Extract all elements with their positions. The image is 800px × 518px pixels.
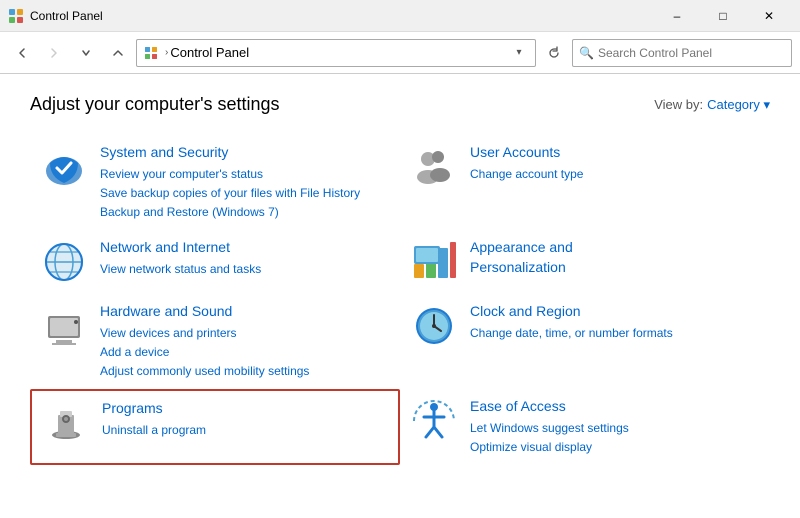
ease-access-title[interactable]: Ease of Access <box>470 397 760 417</box>
network-internet-text: Network and Internet View network status… <box>100 238 390 279</box>
recent-locations-button[interactable] <box>72 39 100 67</box>
network-internet-title[interactable]: Network and Internet <box>100 238 390 258</box>
appearance-icon <box>410 238 458 286</box>
system-security-text: System and Security Review your computer… <box>100 143 390 222</box>
categories-grid: System and Security Review your computer… <box>30 135 770 465</box>
hardware-sound-link-2[interactable]: Add a device <box>100 343 390 362</box>
hardware-sound-link-1[interactable]: View devices and printers <box>100 324 390 343</box>
hardware-sound-link-3[interactable]: Adjust commonly used mobility settings <box>100 362 390 381</box>
network-internet-icon <box>40 238 88 286</box>
ease-access-links: Let Windows suggest settings Optimize vi… <box>470 419 760 457</box>
system-security-links: Review your computer's status Save backu… <box>100 165 390 223</box>
category-programs[interactable]: Programs Uninstall a program <box>30 389 400 465</box>
clock-region-title[interactable]: Clock and Region <box>470 302 760 322</box>
address-path: Control Panel <box>170 45 509 60</box>
user-accounts-links: Change account type <box>470 165 760 184</box>
programs-text: Programs Uninstall a program <box>102 399 388 440</box>
title-bar-title: Control Panel <box>30 9 654 23</box>
clock-region-icon <box>410 302 458 350</box>
ease-access-text: Ease of Access Let Windows suggest setti… <box>470 397 760 457</box>
address-separator: › <box>165 47 168 58</box>
category-network-internet[interactable]: Network and Internet View network status… <box>30 230 400 294</box>
ease-access-link-1[interactable]: Let Windows suggest settings <box>470 419 760 438</box>
network-internet-link-1[interactable]: View network status and tasks <box>100 260 390 279</box>
title-bar-controls: – □ ✕ <box>654 0 792 32</box>
address-dropdown-button[interactable]: ▾ <box>509 43 529 63</box>
system-security-link-1[interactable]: Review your computer's status <box>100 165 390 184</box>
ease-access-link-2[interactable]: Optimize visual display <box>470 438 760 457</box>
programs-links: Uninstall a program <box>102 421 388 440</box>
page-title: Adjust your computer's settings <box>30 94 280 115</box>
system-security-title[interactable]: System and Security <box>100 143 390 163</box>
system-security-link-2[interactable]: Save backup copies of your files with Fi… <box>100 184 390 203</box>
network-internet-links: View network status and tasks <box>100 260 390 279</box>
up-button[interactable] <box>104 39 132 67</box>
view-by-label: View by: <box>654 97 703 112</box>
search-input[interactable] <box>598 46 785 60</box>
appearance-title[interactable]: Appearance andPersonalization <box>470 238 760 277</box>
category-appearance[interactable]: Appearance andPersonalization <box>400 230 770 294</box>
programs-title[interactable]: Programs <box>102 399 388 419</box>
search-icon: 🔍 <box>579 46 594 60</box>
user-accounts-text: User Accounts Change account type <box>470 143 760 184</box>
user-accounts-icon <box>410 143 458 191</box>
category-user-accounts[interactable]: User Accounts Change account type <box>400 135 770 230</box>
ease-access-icon <box>410 397 458 445</box>
hardware-sound-title[interactable]: Hardware and Sound <box>100 302 390 322</box>
content-header: Adjust your computer's settings View by:… <box>30 94 770 115</box>
close-button[interactable]: ✕ <box>746 0 792 32</box>
view-by-control: View by: Category ▾ <box>654 97 770 113</box>
programs-link-1[interactable]: Uninstall a program <box>102 421 388 440</box>
category-hardware-sound[interactable]: Hardware and Sound View devices and prin… <box>30 294 400 389</box>
address-bar-cp-icon <box>143 45 159 61</box>
user-accounts-link-1[interactable]: Change account type <box>470 165 760 184</box>
system-security-link-3[interactable]: Backup and Restore (Windows 7) <box>100 203 390 222</box>
system-security-icon <box>40 143 88 191</box>
address-bar-input[interactable]: › Control Panel ▾ <box>136 39 536 67</box>
title-bar-icon <box>8 8 24 24</box>
category-clock-region[interactable]: Clock and Region Change date, time, or n… <box>400 294 770 389</box>
title-bar: Control Panel – □ ✕ <box>0 0 800 32</box>
main-content: Adjust your computer's settings View by:… <box>0 74 800 518</box>
view-by-value[interactable]: Category ▾ <box>707 97 770 113</box>
appearance-text: Appearance andPersonalization <box>470 238 760 279</box>
programs-icon <box>42 399 90 447</box>
category-ease-access[interactable]: Ease of Access Let Windows suggest setti… <box>400 389 770 465</box>
back-button[interactable] <box>8 39 36 67</box>
search-box[interactable]: 🔍 <box>572 39 792 67</box>
maximize-button[interactable]: □ <box>700 0 746 32</box>
category-system-security[interactable]: System and Security Review your computer… <box>30 135 400 230</box>
clock-region-text: Clock and Region Change date, time, or n… <box>470 302 760 343</box>
hardware-sound-links: View devices and printers Add a device A… <box>100 324 390 382</box>
clock-region-links: Change date, time, or number formats <box>470 324 760 343</box>
clock-region-link-1[interactable]: Change date, time, or number formats <box>470 324 760 343</box>
address-bar: › Control Panel ▾ 🔍 <box>0 32 800 74</box>
refresh-button[interactable] <box>540 39 568 67</box>
minimize-button[interactable]: – <box>654 0 700 32</box>
user-accounts-title[interactable]: User Accounts <box>470 143 760 163</box>
hardware-sound-icon <box>40 302 88 350</box>
hardware-sound-text: Hardware and Sound View devices and prin… <box>100 302 390 381</box>
forward-button[interactable] <box>40 39 68 67</box>
